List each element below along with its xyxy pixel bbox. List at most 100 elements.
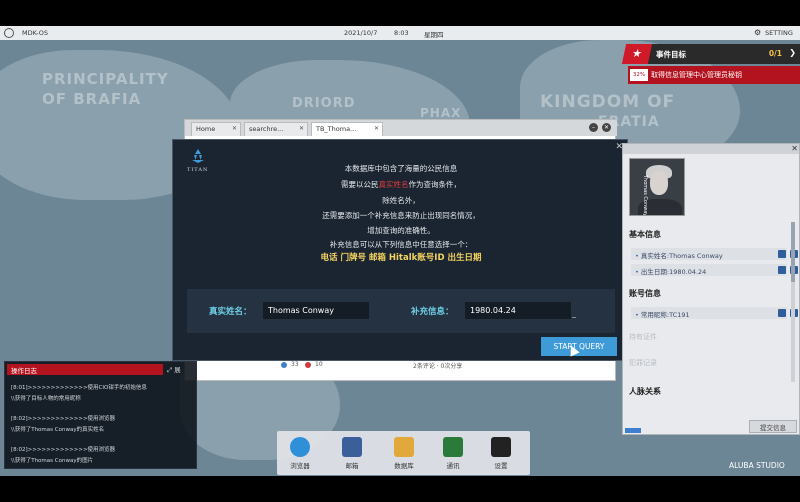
operation-log: 操作日志 ⤢ 展 [8:01]>>>>>>>>>>>>>使用CIO钳手的初始信息… — [4, 361, 197, 469]
dock-label: 浏览器 — [290, 462, 310, 470]
log-line: \\获得了目标人物的常用昵称 — [11, 396, 81, 402]
field-birth-date[interactable]: • 出生日期:1980.04.24 — [631, 264, 798, 276]
eye-icon[interactable] — [778, 250, 786, 258]
weekday: 星期四 — [424, 31, 444, 39]
map-region-label: OF BRAFIA — [42, 90, 142, 108]
star-icon: ★ — [621, 44, 653, 64]
globe-icon — [290, 437, 310, 457]
profile-scrollbar[interactable] — [791, 222, 795, 382]
field-real-name[interactable]: • 真实姓名:Thomas Conway — [631, 248, 798, 260]
expand-log-button[interactable]: ⤢ 展 — [167, 364, 181, 375]
tab-home[interactable]: Home ✕ — [191, 122, 241, 136]
post-footer: 33 10 2条评论 · 0次分享 — [279, 359, 579, 373]
submit-info-button[interactable]: 提交信息 — [749, 420, 797, 433]
map-region-label: KINGDOM OF — [540, 92, 676, 112]
objective-task-row[interactable]: 32% 取得信息管理中心管理员秘钥 — [628, 66, 800, 84]
account-info-title: 账号信息 — [629, 289, 661, 298]
gear-icon[interactable]: ⚙ — [754, 28, 761, 37]
real-name-input[interactable] — [263, 302, 369, 319]
info-line: 还需要添加一个补充信息来防止出现同名情况， — [322, 211, 480, 220]
info-line: 本数据库中包含了海量的公民信息 — [344, 164, 458, 173]
faded-item: 持有证件 — [629, 333, 657, 341]
objective-progress: 32% — [630, 69, 648, 81]
map-region-label: DRIORD — [292, 96, 356, 111]
eye-icon[interactable] — [778, 266, 786, 274]
dislike-count: 10 — [315, 361, 323, 368]
log-line: [8:01]>>>>>>>>>>>>>使用CIO钳手的初始信息 — [11, 385, 147, 391]
tab-label: TB_Thoma... — [316, 125, 357, 133]
log-title: 操作日志 — [7, 364, 163, 375]
os-topbar: MDK-OS 2021/10/7 8:03 星期四 ⚙ SETTING — [0, 26, 800, 40]
gear-icon — [491, 437, 511, 457]
field-nickname[interactable]: • 常用昵称:TC191 — [631, 307, 798, 319]
tab-searchresult[interactable]: searchre... ✕ — [244, 122, 308, 136]
dock-label: 数据库 — [394, 462, 414, 470]
info-line: 除姓名外， — [382, 196, 420, 205]
map-region-label: PHAX — [420, 106, 462, 120]
chevron-right-icon[interactable]: ❯ — [789, 48, 796, 57]
log-line: \\获得了Thomas Conway的图片 — [11, 458, 94, 464]
tab-label: Home — [196, 125, 216, 133]
query-form: 真实姓名： 补充信息： — [187, 289, 615, 333]
supplement-options: 电话 门牌号 邮箱 Hitalk账号ID 出生日期 — [320, 253, 482, 263]
titan-logo-icon — [192, 149, 204, 163]
log-line: [8:02]>>>>>>>>>>>>>使用浏览器 — [11, 416, 116, 422]
input-caret — [572, 316, 576, 318]
dock-communication[interactable]: 通讯 — [435, 435, 471, 473]
app-dock: 浏览器 邮箱 数据库 通讯 设置 — [277, 431, 530, 475]
close-icon[interactable]: ✕ — [299, 125, 304, 132]
tab-label: searchre... — [249, 125, 284, 133]
profile-titlebar: ✕ — [623, 144, 799, 154]
start-query-button[interactable]: START QUERY — [541, 337, 617, 356]
dock-label: 通讯 — [446, 462, 460, 470]
avatar: Thomas Conway — [629, 158, 685, 216]
faded-item: 犯罪记录 — [629, 359, 657, 367]
extra-info-input[interactable] — [465, 302, 571, 319]
event-objective: ★ 事件目标 0/1 ❯ 32% 取得信息管理中心管理员秘钥 — [621, 44, 800, 86]
screen: MDK-OS 2021/10/7 8:03 星期四 ⚙ SETTING PRIN… — [0, 0, 800, 502]
eye-icon[interactable] — [778, 309, 786, 317]
date: 2021/10/7 — [344, 29, 378, 37]
map-region-label: PRINCIPALITY — [42, 70, 169, 88]
close-icon[interactable]: ✕ — [374, 125, 379, 132]
objective-task: 取得信息管理中心管理员秘钥 — [651, 71, 742, 79]
os-logo-icon[interactable] — [4, 28, 14, 38]
mail-icon — [342, 437, 362, 457]
minimize-icon[interactable]: – — [589, 123, 598, 132]
log-line: [8:02]>>>>>>>>>>>>>使用浏览器 — [11, 447, 116, 453]
real-name-label: 真实姓名： — [209, 307, 252, 317]
setting-button[interactable]: SETTING — [765, 29, 793, 37]
objective-title: 事件目标 — [656, 50, 686, 59]
database-query-dialog: ✕ TITAN 本数据库中包含了海量的公民信息 需要以公民真实姓名作为查询条件，… — [172, 139, 628, 361]
basic-info-title: 基本信息 — [629, 230, 661, 239]
database-icon — [394, 437, 414, 457]
clock: 8:03 — [394, 29, 409, 37]
like-count: 33 — [291, 361, 299, 368]
avatar-caption: Thomas Conway — [642, 175, 648, 216]
log-line: \\获得了Thomas Conway的真实姓名 — [11, 427, 105, 433]
info-line: 需要以公民真实姓名作为查询条件， — [341, 180, 461, 189]
profile-panel: ✕ Thomas Conway 基本信息 • 真实姓名:Thomas Conwa… — [622, 143, 800, 435]
close-icon[interactable]: ✕ — [791, 144, 798, 153]
tab-thomas[interactable]: TB_Thoma... ✕ — [311, 122, 383, 136]
dock-browser[interactable]: 浏览器 — [282, 435, 318, 473]
comment-share-count: 2条评论 · 0次分享 — [413, 363, 463, 370]
highlight-real-name: 真实姓名 — [378, 180, 409, 189]
dock-label: 邮箱 — [345, 462, 359, 470]
extra-info-label: 补充信息： — [411, 307, 454, 317]
dock-database[interactable]: 数据库 — [386, 435, 422, 473]
relations-title: 人脉关系 — [629, 387, 661, 396]
info-line: 增加查询的准确性。 — [367, 226, 435, 235]
objective-count: 0/1 — [768, 49, 782, 58]
close-icon[interactable]: ✕ — [602, 123, 611, 132]
scrollbar-thumb[interactable] — [791, 222, 795, 282]
dock-label: 设置 — [494, 462, 508, 470]
os-name: MDK-OS — [22, 29, 48, 37]
dock-settings[interactable]: 设置 — [483, 435, 519, 473]
like-icon[interactable] — [281, 362, 287, 368]
objective-header: ★ 事件目标 0/1 ❯ — [621, 44, 800, 64]
dock-mail[interactable]: 邮箱 — [334, 435, 370, 473]
shield-icon — [443, 437, 463, 457]
close-icon[interactable]: ✕ — [232, 125, 237, 132]
dislike-icon[interactable] — [305, 362, 311, 368]
